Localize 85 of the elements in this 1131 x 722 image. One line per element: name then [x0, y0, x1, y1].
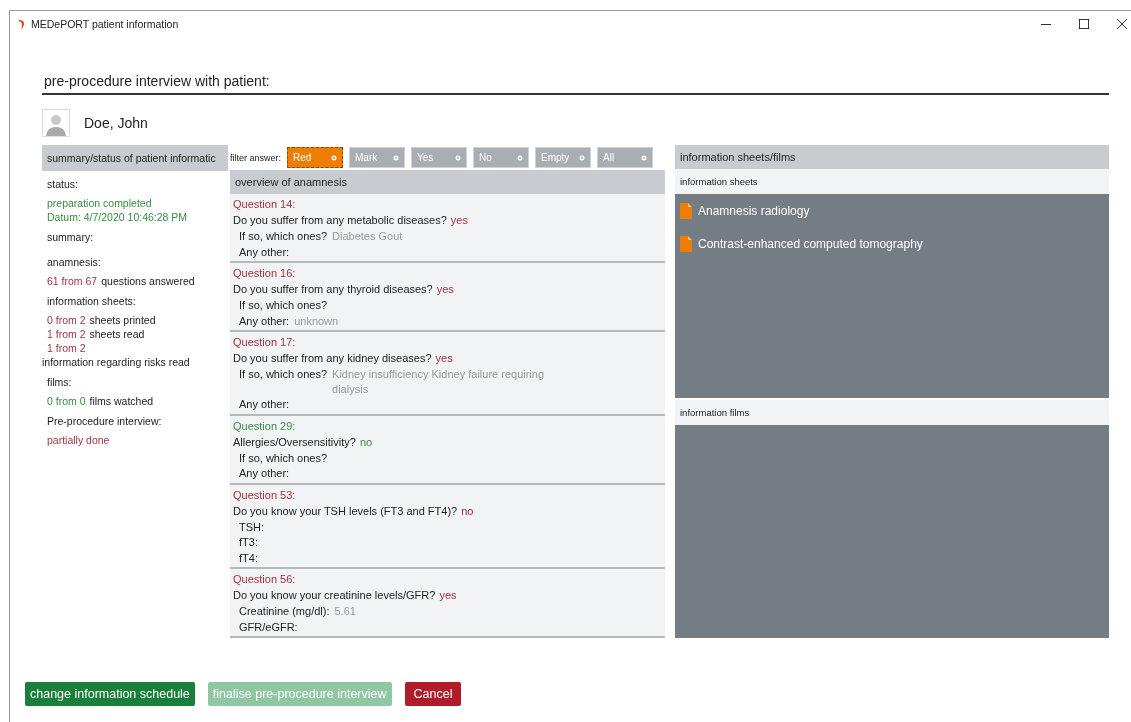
summary-text: sheets printed: [89, 314, 156, 326]
action-button[interactable]: change information schedule: [25, 682, 195, 706]
question-number: Question 16:: [233, 266, 297, 281]
question-text: Do you suffer from any kidney diseases?: [233, 352, 432, 364]
panel-header: information sheets/films: [675, 145, 1109, 169]
field-label: If so, which ones?: [239, 450, 328, 465]
filter-chip[interactable]: All: [597, 147, 654, 168]
filter-chip[interactable]: No: [473, 147, 530, 168]
filter-chip[interactable]: Yes: [411, 147, 468, 168]
field-label: If so, which ones?: [239, 298, 328, 313]
count-text: 1 from 2: [47, 328, 86, 340]
section-header: information sheets: [675, 169, 1109, 194]
section-label: films:: [47, 375, 73, 390]
chip-dot-icon: [455, 154, 462, 161]
field-label: Any other:: [239, 466, 290, 481]
close-icon[interactable]: [1117, 19, 1127, 29]
chip-dot-icon: [331, 154, 338, 161]
action-button[interactable]: Cancel: [404, 682, 462, 706]
field-label: GFR/eGFR:: [239, 619, 298, 634]
chip-dot-icon: [393, 154, 400, 161]
count-text: 0 from 2: [47, 314, 86, 326]
avatar-icon: [42, 109, 70, 137]
page-heading: pre-procedure interview with patient:: [44, 73, 270, 89]
chip-dot-icon: [579, 154, 586, 161]
field-label: If so, which ones?: [239, 367, 328, 382]
filter-chip[interactable]: Mark: [349, 147, 406, 168]
question-number: Question 17:: [233, 335, 297, 350]
field-label: fT3:: [239, 535, 258, 550]
question-text: Allergies/Oversensitivity?: [233, 435, 356, 448]
field-value: Diabetes Gout: [332, 229, 403, 244]
field-label: TSH:: [239, 519, 265, 534]
field-label: Creatinine (mg/dl):: [239, 604, 330, 619]
filter-chip[interactable]: Empty: [535, 147, 592, 168]
summary-text: questions answered: [101, 275, 195, 287]
answer-text: yes: [450, 214, 468, 226]
sheet-link[interactable]: Contrast-enhanced computed tomography: [698, 236, 923, 251]
field-value: unknown: [294, 313, 339, 328]
question-number: Question 56:: [233, 572, 297, 587]
count-text: 0 from 0: [47, 395, 86, 407]
field-label: Any other:: [239, 397, 290, 412]
chip-dot-icon: [641, 154, 648, 161]
field-value: Kidney insufficiency Kidney failure requiring dialysis: [332, 367, 546, 396]
document-icon: [680, 202, 692, 219]
field-label: fT4:: [239, 550, 258, 565]
section-label: Pre-procedure interview:: [47, 414, 163, 429]
question-text: Do you suffer from any metabolic diseases?: [233, 214, 447, 226]
patient-name: Doe, John: [84, 115, 148, 131]
filter-label: filter answer:: [230, 152, 282, 163]
status-text: Datum: 4/7/2020 10:46:28 PM: [47, 211, 188, 223]
maximize-icon[interactable]: [1079, 19, 1089, 29]
field-value: 5.61: [334, 604, 356, 619]
answer-text: yes: [439, 589, 457, 601]
summary-text: information regarding risks read: [42, 356, 190, 368]
field-label: Any other:: [239, 244, 290, 259]
answer-text: yes: [436, 283, 454, 295]
question-number: Question 14:: [233, 197, 297, 212]
section-label: status:: [47, 177, 79, 192]
chip-dot-icon: [517, 154, 524, 161]
field-label: Any other:: [239, 313, 290, 328]
question-number: Question 29:: [233, 418, 297, 434]
section-label: anamnesis:: [47, 255, 102, 270]
answer-text: no: [359, 435, 373, 448]
panel-header: overview of anamnesis: [230, 170, 665, 194]
question-text: Do you know your creatinine levels/GFR?: [233, 589, 436, 601]
section-label: information sheets:: [47, 294, 137, 309]
answer-text: yes: [435, 352, 453, 364]
status-text: 1 from 2: [47, 342, 86, 354]
status-text: partially done: [47, 434, 110, 446]
status-text: preparation completed: [47, 197, 152, 209]
sheet-link[interactable]: Anamnesis radiology: [698, 203, 810, 218]
app-logo-icon: [18, 19, 26, 29]
summary-text: films watched: [89, 395, 154, 407]
question-number: Question 53:: [233, 487, 297, 503]
question-text: Do you suffer from any thyroid diseases?: [233, 283, 433, 295]
question-text: Do you know your TSH levels (FT3 and FT4)?: [233, 504, 458, 517]
panel-header: summary/status of patient informatic: [42, 145, 228, 171]
field-label: If so, which ones?: [239, 229, 328, 244]
window-title: MEDePORT patient information: [31, 18, 179, 30]
count-text: 61 from 67: [47, 275, 98, 287]
document-icon: [680, 235, 692, 252]
section-label: summary:: [47, 230, 95, 245]
answer-text: no: [461, 504, 474, 517]
section-header: information films: [675, 400, 1109, 425]
summary-text: sheets read: [89, 328, 145, 340]
filter-chip[interactable]: Red: [287, 147, 344, 168]
